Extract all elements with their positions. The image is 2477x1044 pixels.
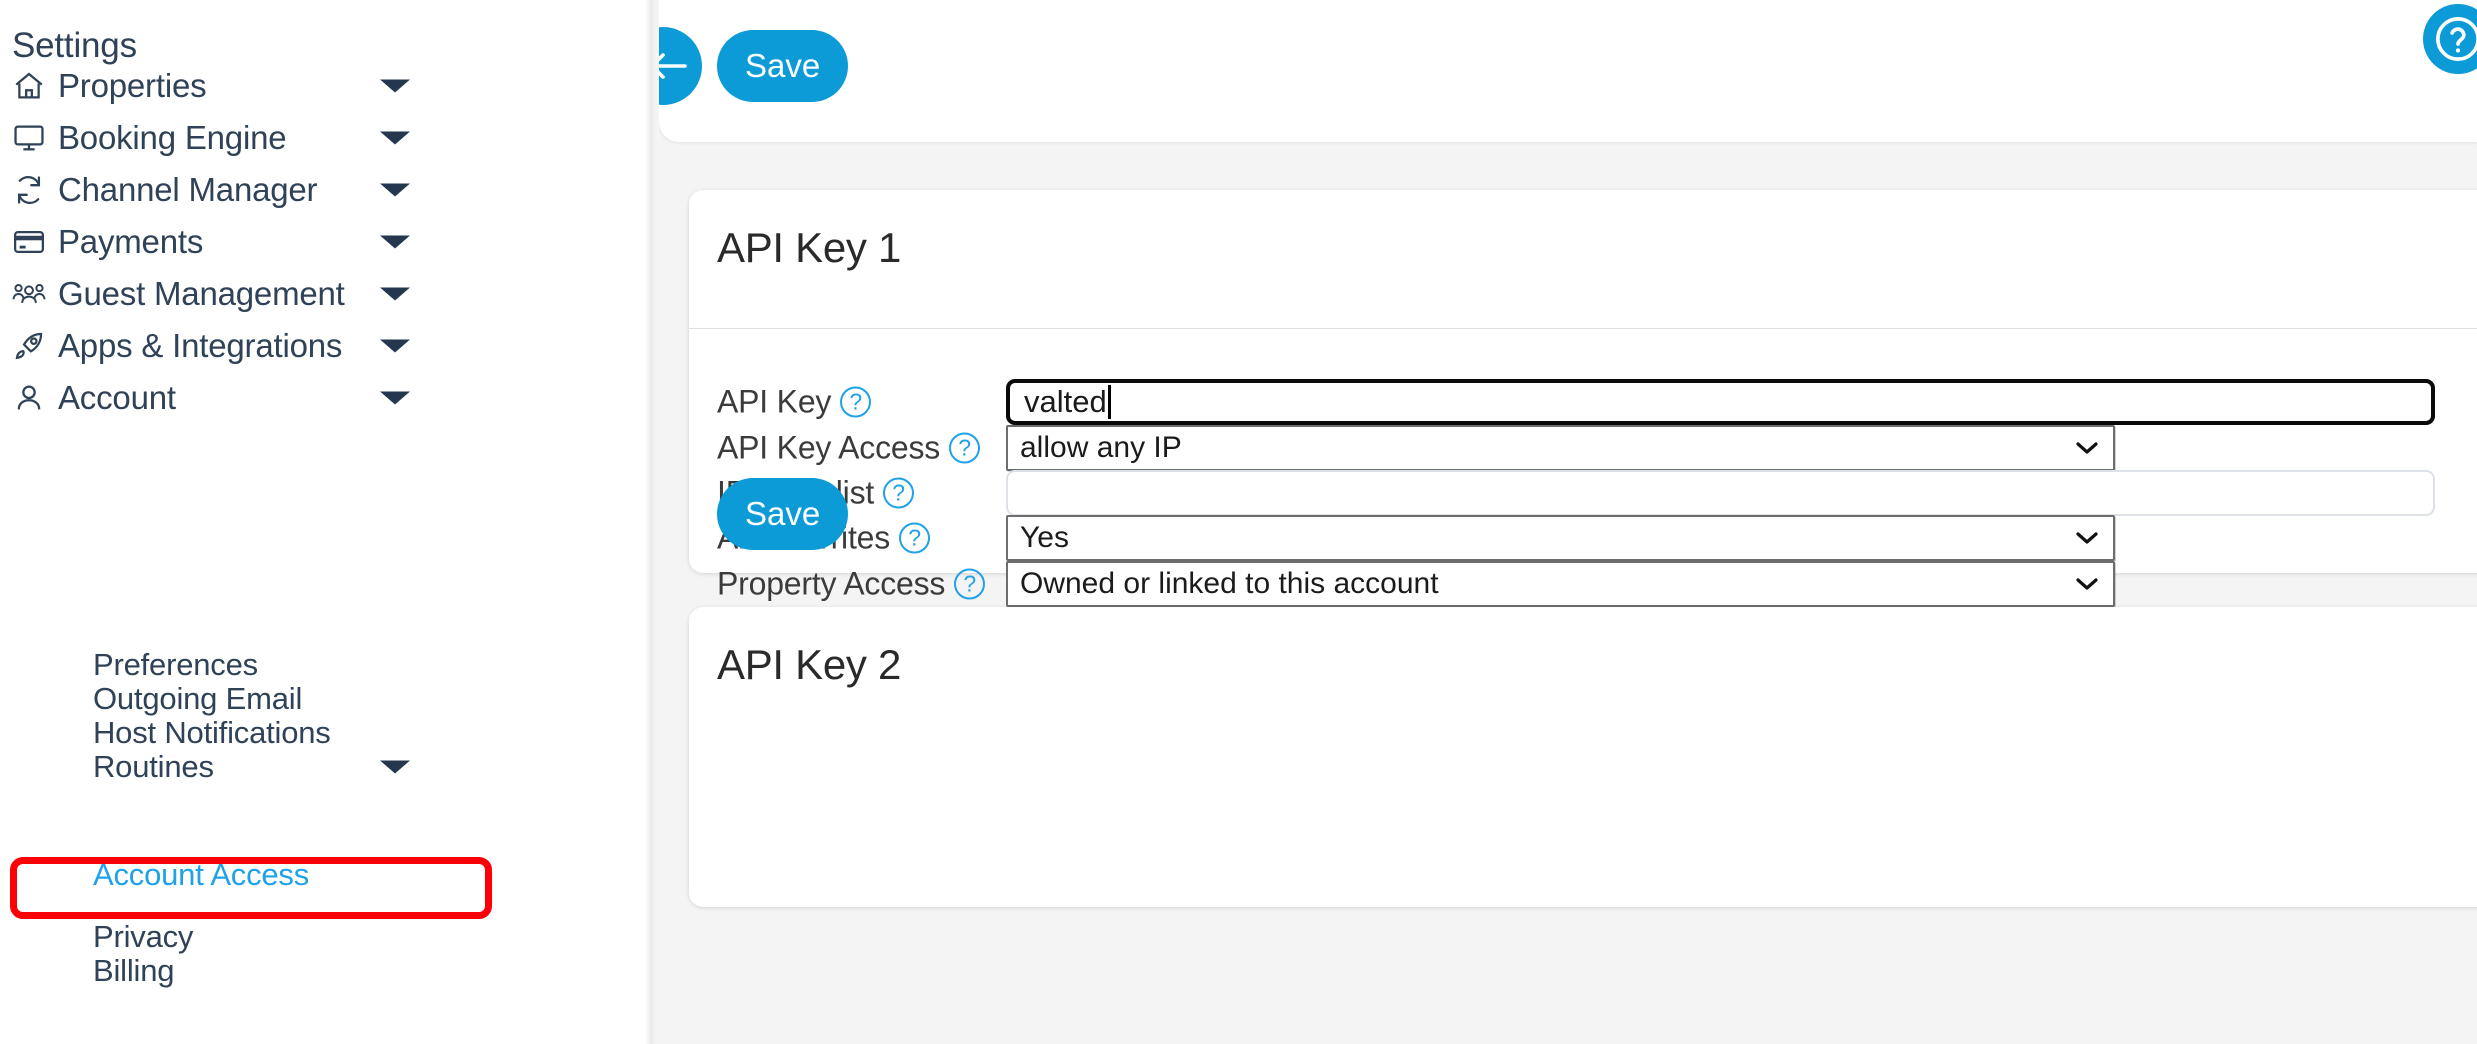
chevron-down-icon[interactable]: [380, 235, 410, 249]
sync-icon: [12, 173, 46, 207]
field-label-text: API Key Access: [717, 429, 941, 466]
field-label-property-access: Property Access ?: [717, 565, 986, 603]
sidebar-item-label: Billing: [93, 953, 175, 988]
sidebar-item-payments[interactable]: Payments: [0, 216, 652, 268]
text-cursor: [1107, 385, 1111, 419]
guests-icon: [12, 277, 46, 311]
sidebar-item-label: Host Notifications: [93, 715, 331, 750]
field-row-allow-writes: Allow Writes ? Yes: [689, 515, 2477, 561]
field-row-api-key-access: API Key Access ? allow any IP: [689, 425, 2477, 471]
sidebar-item-label: Account Access: [93, 857, 310, 892]
api-key-input[interactable]: valted: [1006, 379, 2435, 425]
help-circle-icon[interactable]: [2423, 4, 2477, 74]
api-key-input-value-wrap: valted: [1024, 384, 1111, 420]
sidebar-item-privacy[interactable]: Privacy: [0, 919, 652, 954]
sidebar-item-label: Routines: [93, 749, 214, 784]
chevron-down-icon: [2075, 441, 2099, 455]
panel-save-button[interactable]: Save: [717, 478, 849, 550]
credit-card-icon: [12, 225, 46, 259]
property-access-value: Owned or linked to this account: [1020, 567, 1439, 600]
sidebar-item-outgoing-email[interactable]: Outgoing Email: [0, 681, 652, 716]
allow-writes-value: Yes: [1020, 521, 1069, 554]
sidebar-item-label: Preferences: [93, 647, 258, 682]
help-circle-icon[interactable]: ?: [949, 432, 981, 464]
sidebar-item-guest-management[interactable]: Guest Management: [0, 268, 652, 320]
sidebar-item-label: Apps & Integrations: [58, 327, 343, 364]
help-circle-icon[interactable]: ?: [883, 477, 915, 509]
field-row-ip-whitelist: IP Whitelist ?: [689, 470, 2477, 516]
field-label-api-key: API Key ?: [717, 383, 872, 421]
sidebar-item-preferences[interactable]: Preferences: [0, 647, 652, 682]
field-label-api-key-access: API Key Access ?: [717, 429, 981, 467]
sidebar-item-booking-engine[interactable]: Booking Engine: [0, 112, 652, 164]
chevron-down-icon[interactable]: [380, 287, 410, 301]
sidebar-item-label: Outgoing Email: [93, 681, 303, 716]
user-icon: [12, 381, 46, 415]
arrow-left-icon[interactable]: [659, 27, 702, 105]
sidebar-item-host-notifications[interactable]: Host Notifications: [0, 715, 652, 750]
home-icon: [12, 69, 46, 103]
sidebar-item-account[interactable]: Account: [0, 372, 652, 424]
chevron-down-icon[interactable]: [380, 183, 410, 197]
api-key-2-panel: API Key 2: [689, 607, 2477, 907]
api-key-access-select[interactable]: allow any IP: [1006, 425, 2115, 471]
chevron-down-icon[interactable]: [380, 760, 410, 774]
sidebar-divider: [645, 0, 659, 1044]
allow-writes-select[interactable]: Yes: [1006, 515, 2115, 561]
monitor-icon: [12, 121, 46, 155]
chevron-down-icon: [2075, 577, 2099, 591]
sidebar-item-apps-integrations[interactable]: Apps & Integrations: [0, 320, 652, 372]
main-content: Save API Key 1 API Key ? valted API Key …: [659, 0, 2477, 1044]
help-circle-icon[interactable]: ?: [840, 386, 872, 418]
help-circle-icon[interactable]: ?: [954, 568, 986, 600]
ip-whitelist-input[interactable]: [1006, 470, 2435, 516]
sidebar-item-label: Properties: [58, 67, 207, 104]
chevron-down-icon[interactable]: [380, 131, 410, 145]
panel-title: API Key 2: [717, 641, 902, 688]
save-button[interactable]: Save: [717, 30, 849, 102]
api-key-input-value: valted: [1024, 384, 1107, 419]
chevron-down-icon[interactable]: [380, 79, 410, 93]
chevron-down-icon[interactable]: [380, 391, 410, 405]
sidebar-item-label: Privacy: [93, 919, 194, 954]
chevron-down-icon: [2075, 531, 2099, 545]
field-row-api-key: API Key ? valted: [689, 379, 2477, 425]
sidebar-item-properties[interactable]: Properties: [0, 60, 652, 112]
field-row-property-access: Property Access ? Owned or linked to thi…: [689, 561, 2477, 607]
settings-sidebar: Settings Properties Booking Engine Chann…: [0, 0, 652, 1044]
sidebar-item-routines[interactable]: Routines: [0, 749, 652, 784]
sidebar-item-billing[interactable]: Billing: [0, 953, 652, 988]
sidebar-item-account-access[interactable]: Account Access: [0, 857, 652, 892]
sidebar-item-label: Channel Manager: [58, 171, 318, 208]
sidebar-item-label: Account: [58, 379, 176, 416]
sidebar-item-channel-manager[interactable]: Channel Manager: [0, 164, 652, 216]
field-label-text: API Key: [717, 383, 832, 420]
help-circle-icon[interactable]: ?: [899, 522, 931, 554]
sidebar-item-label: Payments: [58, 223, 204, 260]
settings-page: Settings Properties Booking Engine Chann…: [0, 0, 2477, 1044]
content-topbar: Save: [659, 0, 2477, 142]
sidebar-item-label: Guest Management: [58, 275, 345, 312]
sidebar-item-label: Booking Engine: [58, 119, 287, 156]
api-key-access-value: allow any IP: [1020, 431, 1182, 464]
api-key-1-panel: API Key 1 API Key ? valted API Key Acces…: [689, 190, 2477, 607]
chevron-down-icon[interactable]: [380, 339, 410, 353]
property-access-select[interactable]: Owned or linked to this account: [1006, 561, 2115, 607]
panel-title: API Key 1: [717, 224, 902, 271]
rocket-icon: [12, 329, 46, 363]
panel-divider: [689, 328, 2477, 329]
field-label-text: Property Access: [717, 565, 946, 602]
